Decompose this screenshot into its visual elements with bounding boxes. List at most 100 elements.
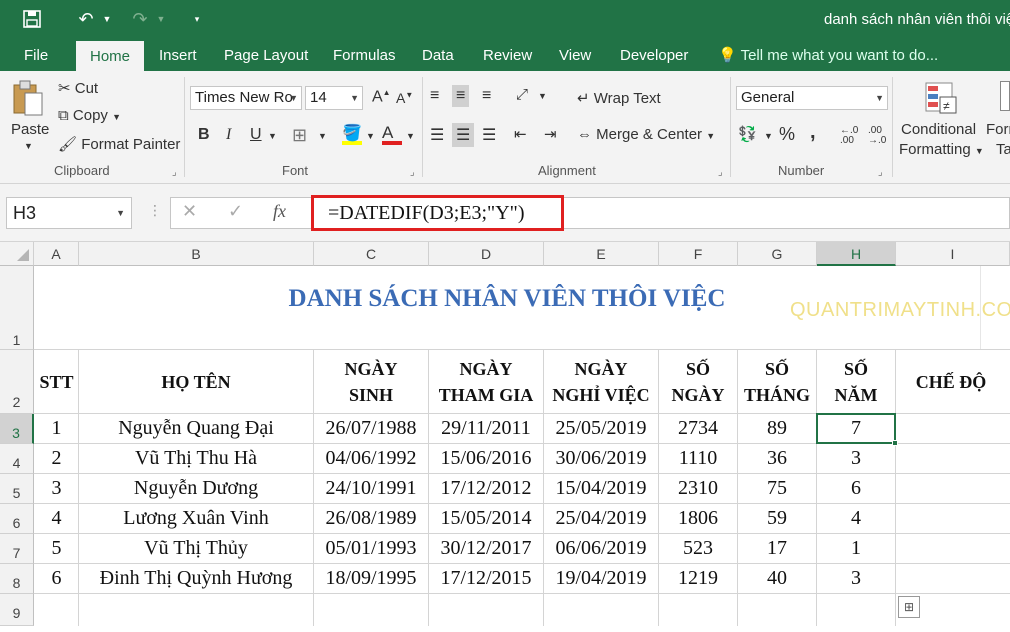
row-header-9[interactable]: 9	[0, 594, 34, 626]
cell-dob[interactable]: 26/07/1988	[314, 414, 428, 443]
cell-days[interactable]: 2734	[659, 414, 737, 443]
align-left-icon[interactable]: ☰	[430, 125, 444, 145]
cell-stt[interactable]: 3	[35, 474, 78, 503]
cell-months[interactable]: 17	[738, 534, 816, 563]
cell-months[interactable]: 36	[738, 444, 816, 473]
col-header-h[interactable]: H	[817, 242, 896, 266]
percent-button[interactable]: %	[779, 124, 795, 145]
tab-developer[interactable]: Developer	[620, 40, 688, 71]
borders-icon[interactable]: ⊞	[292, 125, 307, 146]
italic-button[interactable]: I	[226, 126, 231, 144]
paste-icon[interactable]	[12, 79, 44, 121]
header-ngay-sinh[interactable]: NGÀY SINH	[314, 350, 428, 413]
row-header-2[interactable]: 2	[0, 350, 34, 414]
redo-dropdown-icon[interactable]: ▼	[154, 8, 168, 30]
cell-stt[interactable]: 5	[35, 534, 78, 563]
header-so-nam[interactable]: SỐ NĂM	[817, 350, 895, 413]
col-header-g[interactable]: G	[738, 242, 817, 266]
cell-months[interactable]: 59	[738, 504, 816, 533]
header-so-thang[interactable]: SỐ THÁNG	[738, 350, 816, 413]
number-launcher-icon[interactable]: ⌟	[878, 167, 883, 178]
number-format-combo[interactable]: General ▼	[736, 86, 888, 110]
borders-dropdown-icon[interactable]: ▼	[318, 131, 327, 141]
decrease-indent-icon[interactable]: ⇤	[514, 125, 527, 143]
cell-dob[interactable]: 04/06/1992	[314, 444, 428, 473]
cell-name[interactable]: Nguyễn Quang Đại	[79, 414, 313, 443]
fill-color-dropdown-icon[interactable]: ▼	[366, 131, 375, 141]
cell-name[interactable]: Lương Xuân Vinh	[79, 504, 313, 533]
col-header-a[interactable]: A	[34, 242, 79, 266]
formula-input-area[interactable]	[170, 197, 1010, 229]
more-options-icon[interactable]: ⋮	[148, 202, 162, 219]
cancel-icon[interactable]: ✕	[182, 201, 197, 222]
cell-name[interactable]: Đinh Thị Quỳnh Hương	[79, 564, 313, 593]
conditional-formatting-label-1[interactable]: Conditional	[901, 121, 976, 138]
cell-days[interactable]: 1806	[659, 504, 737, 533]
currency-icon[interactable]: 💱	[738, 125, 757, 143]
align-right-icon[interactable]: ☰	[482, 125, 496, 145]
tab-formulas[interactable]: Formulas	[333, 40, 396, 71]
cell-dob[interactable]: 26/08/1989	[314, 504, 428, 533]
conditional-formatting-label-2[interactable]: Formatting ▼	[899, 141, 984, 158]
format-as-table-label-1[interactable]: Form	[986, 121, 1010, 138]
customize-qat-icon[interactable]: ▾	[190, 8, 204, 30]
cell-dob[interactable]: 18/09/1995	[314, 564, 428, 593]
cell-years[interactable]: 3	[817, 444, 895, 473]
cell-leave-date[interactable]: 25/05/2019	[544, 414, 658, 443]
row-header-1[interactable]: 1	[0, 266, 34, 350]
conditional-formatting-icon[interactable]: ≠	[924, 81, 958, 119]
cell-dob[interactable]: 24/10/1991	[314, 474, 428, 503]
col-header-d[interactable]: D	[429, 242, 544, 266]
cell-leave-date[interactable]: 19/04/2019	[544, 564, 658, 593]
cell-months[interactable]: 40	[738, 564, 816, 593]
font-size-combo[interactable]: 14 ▼	[305, 86, 363, 110]
cut-button[interactable]: ✂ Cut	[58, 79, 98, 97]
insert-function-button[interactable]: fx	[273, 201, 286, 222]
format-as-table-icon[interactable]	[1000, 81, 1010, 111]
bottom-align-icon[interactable]: ≡	[482, 87, 491, 105]
orientation-icon[interactable]: ⤢	[516, 86, 528, 103]
font-color-dropdown-icon[interactable]: ▼	[406, 131, 415, 141]
cell-join-date[interactable]: 29/11/2011	[429, 414, 543, 443]
enter-icon[interactable]: ✓	[228, 201, 243, 222]
cell-years[interactable]: 1	[817, 534, 895, 563]
underline-button[interactable]: U	[250, 126, 262, 144]
quick-analysis-icon[interactable]: ⊞	[898, 596, 920, 618]
fill-handle[interactable]	[892, 440, 898, 446]
tab-insert[interactable]: Insert	[159, 40, 197, 71]
formula-input[interactable]: =DATEDIF(D3;E3;"Y")	[311, 195, 564, 231]
cell-leave-date[interactable]: 15/04/2019	[544, 474, 658, 503]
cell-years[interactable]: 3	[817, 564, 895, 593]
header-ho-ten[interactable]: HỌ TÊN	[79, 350, 313, 413]
cell-days[interactable]: 1110	[659, 444, 737, 473]
decrease-decimal-icon[interactable]: .00 →.0	[868, 126, 886, 146]
undo-dropdown-icon[interactable]: ▼	[100, 8, 114, 30]
cell-join-date[interactable]: 30/12/2017	[429, 534, 543, 563]
cell-join-date[interactable]: 15/05/2014	[429, 504, 543, 533]
increase-decimal-icon[interactable]: ←.0.00	[840, 126, 858, 146]
cell-months[interactable]: 89	[738, 414, 816, 443]
row-header-6[interactable]: 6	[0, 504, 34, 534]
fill-color-icon[interactable]: 🪣	[342, 123, 362, 145]
bold-button[interactable]: B	[198, 126, 210, 144]
cell-stt[interactable]: 1	[35, 414, 78, 443]
increase-font-icon[interactable]: A▲	[372, 88, 391, 106]
row-header-7[interactable]: 7	[0, 534, 34, 564]
merge-center-button[interactable]: ⇔ Merge & Center ▼	[577, 126, 715, 143]
cell-name[interactable]: Nguyễn Dương	[79, 474, 313, 503]
row-header-8[interactable]: 8	[0, 564, 34, 594]
save-icon[interactable]	[20, 8, 44, 30]
row-header-4[interactable]: 4	[0, 444, 34, 474]
wrap-text-button[interactable]: ↵ Wrap Text	[577, 89, 661, 107]
cell-join-date[interactable]: 15/06/2016	[429, 444, 543, 473]
tab-data[interactable]: Data	[422, 40, 454, 71]
header-stt[interactable]: STT	[35, 350, 78, 413]
paste-button[interactable]: Paste	[11, 121, 49, 138]
undo-icon[interactable]: ↶	[74, 8, 98, 30]
format-painter-button[interactable]: 🖌 Format Painter	[58, 135, 180, 153]
cell-stt[interactable]: 4	[35, 504, 78, 533]
top-align-icon[interactable]: ≡	[430, 87, 439, 105]
worksheet-grid[interactable]: A B C D E F G H I 1 2 3 4 5 6 7 8 9 DANH…	[0, 242, 1010, 626]
middle-align-icon[interactable]: ≡	[452, 85, 470, 107]
align-center-icon[interactable]: ☰	[452, 123, 475, 147]
